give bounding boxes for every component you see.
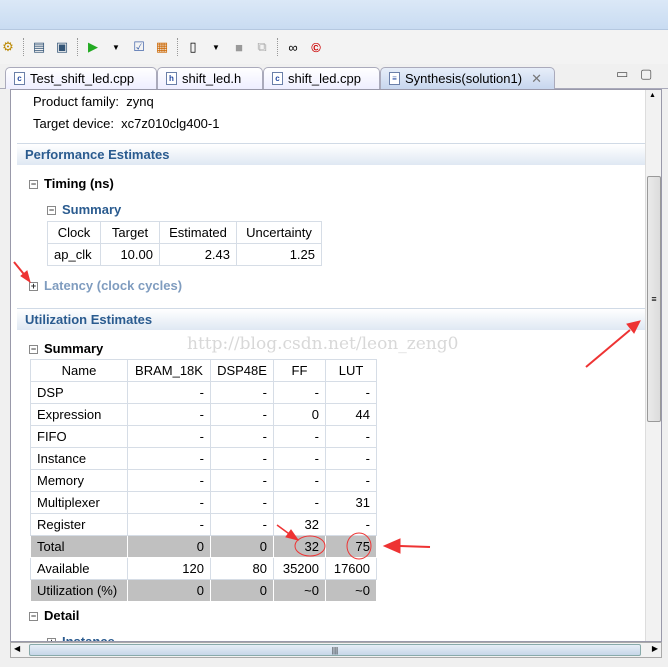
circle-lut-total (346, 532, 372, 560)
annotations (13, 261, 641, 560)
arrow-shaft (399, 545, 431, 548)
circle-ff-total (294, 535, 326, 557)
arrow-lut-total (382, 538, 401, 554)
arrow-scrollbar (585, 329, 631, 368)
arrowhead (285, 529, 300, 541)
